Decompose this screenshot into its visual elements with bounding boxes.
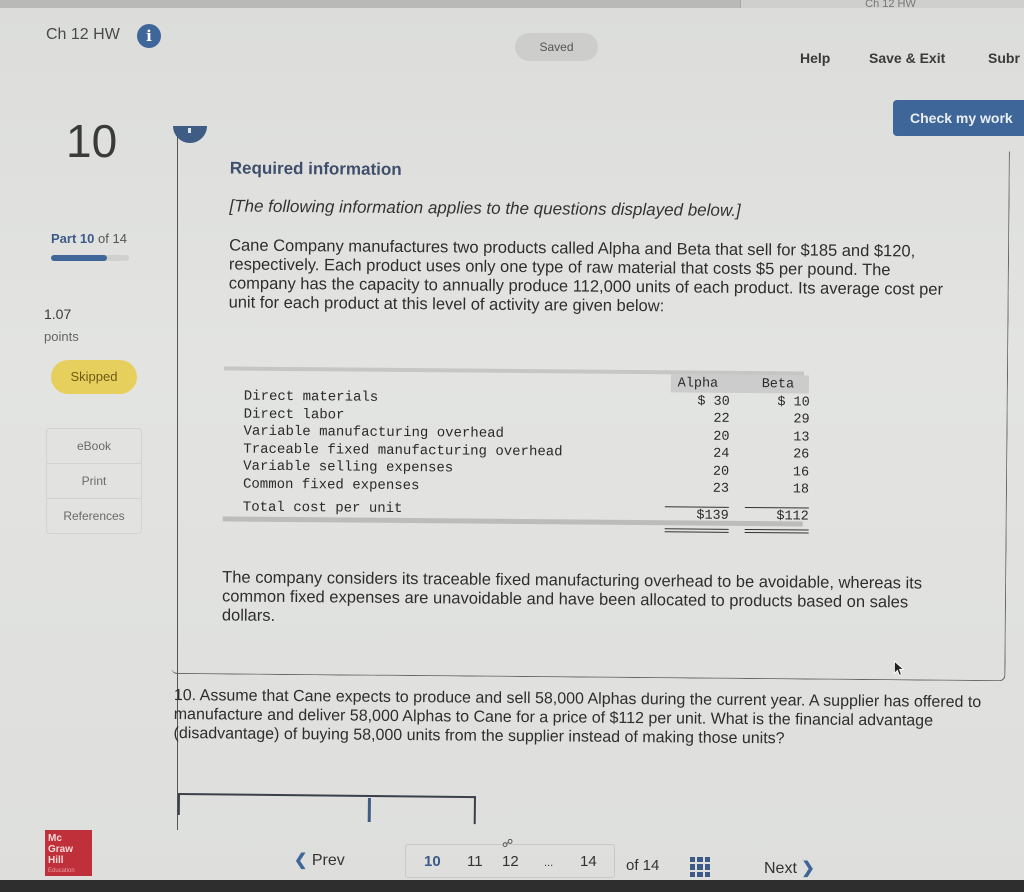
saved-status-badge: Saved	[515, 33, 598, 61]
grid-view-icon[interactable]	[690, 857, 710, 877]
mcgraw-hill-logo: Mc Graw Hill Education	[45, 830, 92, 876]
page-link[interactable]: 14	[580, 853, 597, 870]
table-row-label: Common fixed expenses	[242, 476, 420, 494]
problem-description: Cane Company manufactures two products c…	[228, 236, 944, 316]
overhead-note: The company considers its traceable fixe…	[221, 568, 923, 625]
page-total: of 14	[626, 857, 660, 874]
bookmark-icon[interactable]	[173, 126, 207, 143]
screen-bezel	[0, 880, 1024, 892]
question-pager: 10 11 12 ☍ ... 14	[405, 838, 615, 878]
part-progress-bar	[51, 255, 129, 261]
submit-button[interactable]: Subr	[988, 50, 1020, 66]
table-row-label: Variable selling expenses	[243, 458, 454, 477]
chevron-right-icon: ❯	[801, 860, 815, 877]
answer-table-header	[177, 793, 476, 826]
prev-label: Prev	[311, 852, 345, 869]
beta-cell: 18	[792, 482, 810, 498]
beta-cell: $ 10	[777, 394, 810, 411]
part-progress-fill	[51, 255, 107, 261]
assignment-page: Ch 12 HW i Saved Help Save & Exit Subr C…	[0, 8, 1024, 880]
alpha-cell: 20	[712, 464, 730, 480]
cost-per-unit-table: Direct materials Direct labor Variable m…	[222, 366, 810, 534]
resources-panel: eBook Print References	[46, 428, 142, 534]
beta-header: Beta	[761, 377, 795, 393]
alpha-cell: $ 30	[697, 394, 730, 410]
answer-label-cell[interactable]	[177, 793, 180, 816]
next-button[interactable]: Next ❯	[764, 858, 815, 878]
print-link[interactable]: Print	[47, 464, 141, 499]
check-my-work-button[interactable]: Check my work	[893, 100, 1024, 136]
assignment-title: Ch 12 HW	[46, 26, 120, 43]
logo-line: Mc	[48, 833, 62, 844]
question-number: 10	[66, 115, 118, 167]
page-link[interactable]: 12	[502, 853, 519, 870]
info-icon[interactable]: i	[137, 24, 161, 48]
required-information-subtitle: [The following information applies to th…	[229, 196, 741, 220]
next-label: Next	[764, 860, 797, 877]
link-icon: ☍	[502, 838, 514, 850]
beta-column: Beta $ 10 29 13 26 16 18 $112	[744, 376, 810, 534]
part-current: 10	[79, 231, 95, 246]
prev-button[interactable]: ❮ Prev	[294, 850, 345, 870]
beta-cell: 13	[793, 429, 810, 446]
chevron-left-icon: ❮	[294, 852, 308, 869]
beta-cell: 16	[792, 464, 810, 481]
beta-double-rule	[744, 528, 809, 534]
references-link[interactable]: References	[47, 499, 141, 534]
alpha-cell: 24	[713, 446, 730, 462]
beta-cell: 29	[793, 412, 810, 428]
page-link-current[interactable]: 10	[424, 853, 441, 870]
table-row-label: Variable manufacturing overhead	[243, 423, 505, 442]
required-information-title: Required information	[229, 158, 402, 179]
mouse-cursor-icon	[894, 660, 905, 676]
alpha-double-rule	[664, 528, 729, 533]
logo-line: Education	[48, 868, 75, 874]
points-value: 1.07	[44, 306, 72, 322]
skipped-status-badge: Skipped	[51, 360, 137, 394]
logo-line: Graw	[48, 844, 74, 855]
part-prefix: Part	[51, 231, 77, 246]
answer-table-top-border	[177, 793, 476, 799]
answer-input-cell[interactable]	[367, 797, 371, 823]
logo-line: Hill	[48, 855, 64, 866]
page-link[interactable]: 11	[467, 853, 483, 870]
alpha-header: Alpha	[677, 376, 719, 392]
save-exit-button[interactable]: Save & Exit	[869, 50, 945, 66]
answer-table-right-border	[473, 796, 476, 825]
ebook-link[interactable]: eBook	[47, 429, 141, 464]
table-row-labels: Direct materials Direct labor Variable m…	[243, 389, 563, 520]
table-row-label: Direct materials	[243, 388, 379, 406]
required-information-box: Required information [The following info…	[171, 144, 1010, 682]
question-text: 10. Assume that Cane expects to produce …	[173, 686, 982, 748]
beta-cell: 26	[793, 447, 810, 463]
alpha-cell: 20	[713, 429, 730, 445]
part-indicator: Part 10 of 14	[51, 231, 127, 246]
alpha-column: Alpha $ 30 22 20 24 20 23 $139	[664, 375, 730, 533]
alpha-cell: 22	[713, 411, 730, 427]
part-total: of 14	[98, 231, 127, 246]
alpha-cell: 23	[712, 481, 730, 497]
points-label: points	[44, 329, 79, 344]
page-ellipsis: ...	[544, 857, 554, 869]
help-button[interactable]: Help	[800, 50, 830, 66]
